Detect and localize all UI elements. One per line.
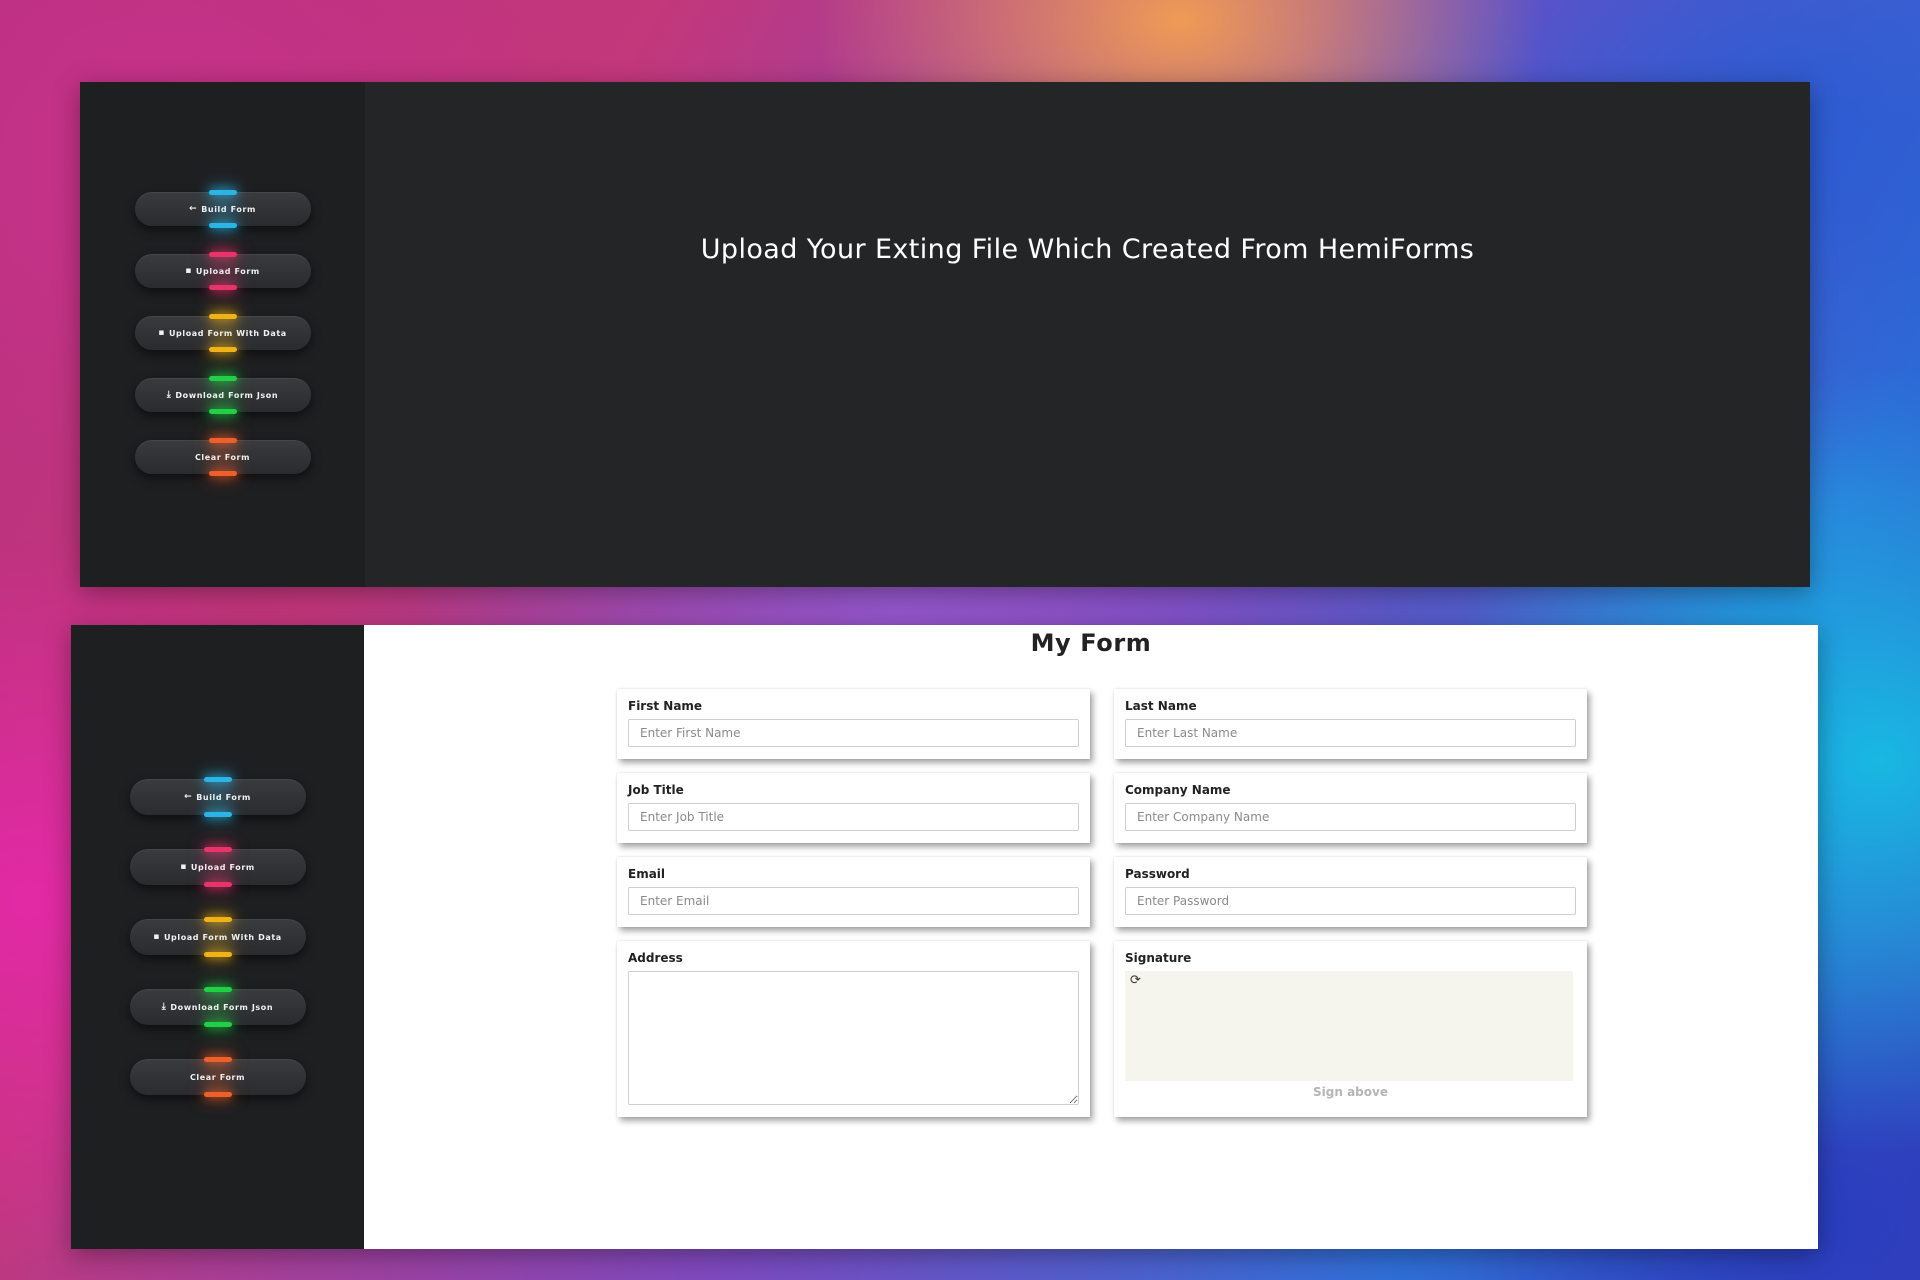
upload-form-with-data-button[interactable]: ▪ Upload Form With Data	[129, 917, 306, 957]
form-title: My Form	[1030, 629, 1152, 657]
upload-heading: Upload Your Exting File Which Created Fr…	[700, 234, 1475, 265]
signature-hint: Sign above	[1313, 1085, 1388, 1099]
first-name-card: First Name	[617, 689, 1090, 759]
download-form-json-button[interactable]: ⤓ Download Form Json	[129, 987, 306, 1027]
upload-area: Upload Your Exting File Which Created Fr…	[365, 82, 1810, 587]
job-title-label: Job Title	[628, 783, 684, 797]
file-icon: ▪	[180, 862, 187, 872]
arrow-left-icon: ←	[189, 204, 198, 214]
sidebar: ← Build Form ▪ Upload Form ▪ Upload Form…	[80, 82, 365, 587]
form-builder-panel: ← Build Form ▪ Upload Form ▪ Upload Form…	[71, 625, 1818, 1249]
download-form-json-label: Download Form Json	[175, 390, 279, 400]
download-form-json-label: Download Form Json	[170, 1002, 274, 1012]
job-title-input[interactable]	[628, 803, 1079, 831]
last-name-input[interactable]	[1125, 719, 1576, 747]
form-canvas: My Form First Name Last Name Job Title C…	[364, 625, 1818, 1249]
address-card: Address	[617, 941, 1090, 1117]
upload-form-label: Upload Form	[190, 862, 255, 872]
refresh-icon[interactable]: ⟳	[1130, 973, 1141, 988]
email-label: Email	[628, 867, 666, 881]
upload-form-with-data-button[interactable]: ▪ Upload Form With Data	[134, 314, 311, 352]
first-name-input[interactable]	[628, 719, 1079, 747]
upload-form-with-data-label: Upload Form With Data	[163, 932, 282, 942]
upload-panel: ← Build Form ▪ Upload Form ▪ Upload Form…	[80, 82, 1810, 587]
download-icon: ⤓	[161, 1002, 167, 1012]
signature-pad[interactable]: ⟳	[1125, 971, 1573, 1081]
email-input[interactable]	[628, 887, 1079, 915]
last-name-label: Last Name	[1125, 699, 1197, 713]
arrow-left-icon: ←	[184, 792, 193, 802]
file-icon: ▪	[158, 328, 165, 338]
upload-form-button[interactable]: ▪ Upload Form	[134, 252, 311, 290]
download-form-json-button[interactable]: ⤓ Download Form Json	[134, 376, 311, 414]
password-label: Password	[1125, 867, 1190, 881]
build-form-button[interactable]: ← Build Form	[129, 777, 306, 817]
address-label: Address	[628, 951, 683, 965]
clear-form-label: Clear Form	[189, 1072, 246, 1082]
build-form-label: Build Form	[196, 792, 251, 802]
company-name-label: Company Name	[1125, 783, 1231, 797]
build-form-button[interactable]: ← Build Form	[134, 190, 311, 228]
first-name-label: First Name	[628, 699, 703, 713]
build-form-label: Build Form	[201, 204, 256, 214]
file-icon: ▪	[185, 266, 192, 276]
file-icon: ▪	[153, 932, 160, 942]
password-input[interactable]	[1125, 887, 1576, 915]
last-name-card: Last Name	[1114, 689, 1587, 759]
password-card: Password	[1114, 857, 1587, 927]
clear-form-button[interactable]: Clear Form	[134, 438, 311, 476]
clear-form-button[interactable]: Clear Form	[129, 1057, 306, 1097]
upload-form-button[interactable]: ▪ Upload Form	[129, 847, 306, 887]
clear-form-label: Clear Form	[194, 452, 251, 462]
upload-form-label: Upload Form	[195, 266, 260, 276]
upload-form-with-data-label: Upload Form With Data	[168, 328, 287, 338]
company-name-card: Company Name	[1114, 773, 1587, 843]
sidebar: ← Build Form ▪ Upload Form ▪ Upload Form…	[71, 625, 364, 1249]
address-textarea[interactable]	[628, 971, 1079, 1105]
job-title-card: Job Title	[617, 773, 1090, 843]
download-icon: ⤓	[166, 390, 172, 400]
form-fields-grid: First Name Last Name Job Title Company N…	[617, 689, 1587, 1117]
email-card: Email	[617, 857, 1090, 927]
company-name-input[interactable]	[1125, 803, 1576, 831]
signature-label: Signature	[1125, 951, 1192, 965]
signature-card: Signature ⟳ Sign above	[1114, 941, 1587, 1117]
